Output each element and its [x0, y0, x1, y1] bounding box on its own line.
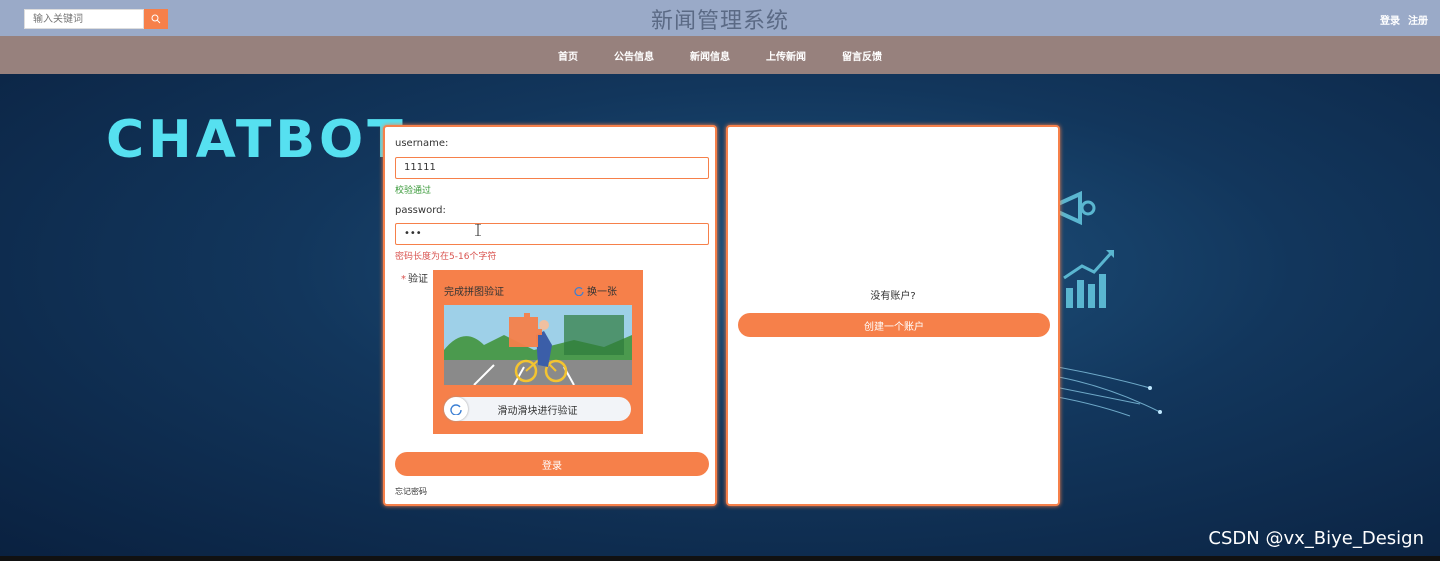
banner-background: CHATBOT [0, 74, 1440, 556]
register-panel: 没有账户? 创建一个账户 [726, 125, 1060, 506]
main-nav: 首页 公告信息 新闻信息 上传新闻 留言反馈 [0, 36, 1440, 74]
nav-item-news[interactable]: 新闻信息 [690, 48, 730, 63]
create-account-button[interactable]: 创建一个账户 [738, 313, 1050, 337]
login-panel: username: 11111 校验通过 password: ••• 密码长度为… [383, 125, 717, 506]
verify-label: * 验证 [401, 274, 428, 285]
captcha-slider-handle[interactable] [444, 397, 468, 421]
nav-item-feedback[interactable]: 留言反馈 [842, 48, 882, 63]
nav-item-home[interactable]: 首页 [558, 48, 578, 63]
top-links: 登录 注册 [1380, 12, 1428, 27]
refresh-icon [450, 404, 462, 415]
nav-item-upload-news[interactable]: 上传新闻 [766, 48, 806, 63]
username-label: username: [395, 138, 449, 149]
top-bar: 新闻管理系统 登录 注册 [0, 0, 1440, 36]
login-link[interactable]: 登录 [1380, 12, 1400, 27]
site-title: 新闻管理系统 [650, 9, 789, 34]
register-link[interactable]: 注册 [1408, 12, 1428, 27]
password-validation-hint: 密码长度为在5-16个字符 [395, 252, 497, 262]
login-button[interactable]: 登录 [395, 452, 709, 476]
bar-chart-icon [1063, 250, 1114, 308]
slider-text: 滑动滑块进行验证 [497, 405, 578, 417]
captcha-refresh-label: 换一张 [587, 287, 617, 298]
captcha-popup: 完成拼图验证 换一张 滑动滑块进行验证 [433, 270, 643, 434]
nav-item-announcements[interactable]: 公告信息 [614, 48, 654, 63]
captcha-refresh-button[interactable]: 换一张 [574, 283, 617, 298]
captcha-image [444, 305, 632, 385]
banner-chatbot-text: CHATBOT [106, 110, 407, 170]
captcha-slider-track: 滑动滑块进行验证 [444, 397, 631, 421]
watermark: CSDN @vx_Biye_Design [1208, 528, 1424, 549]
no-account-text: 没有账户? [870, 291, 916, 302]
text-cursor-icon [475, 224, 481, 236]
refresh-icon [574, 286, 584, 296]
password-field[interactable]: ••• [395, 223, 709, 245]
forgot-password-link[interactable]: 忘记密码 [395, 486, 427, 497]
bottom-strip [0, 556, 1440, 561]
captcha-title: 完成拼图验证 [444, 287, 504, 298]
password-label: password: [395, 205, 446, 216]
username-field[interactable]: 11111 [395, 157, 709, 179]
username-validation-hint: 校验通过 [395, 186, 432, 196]
